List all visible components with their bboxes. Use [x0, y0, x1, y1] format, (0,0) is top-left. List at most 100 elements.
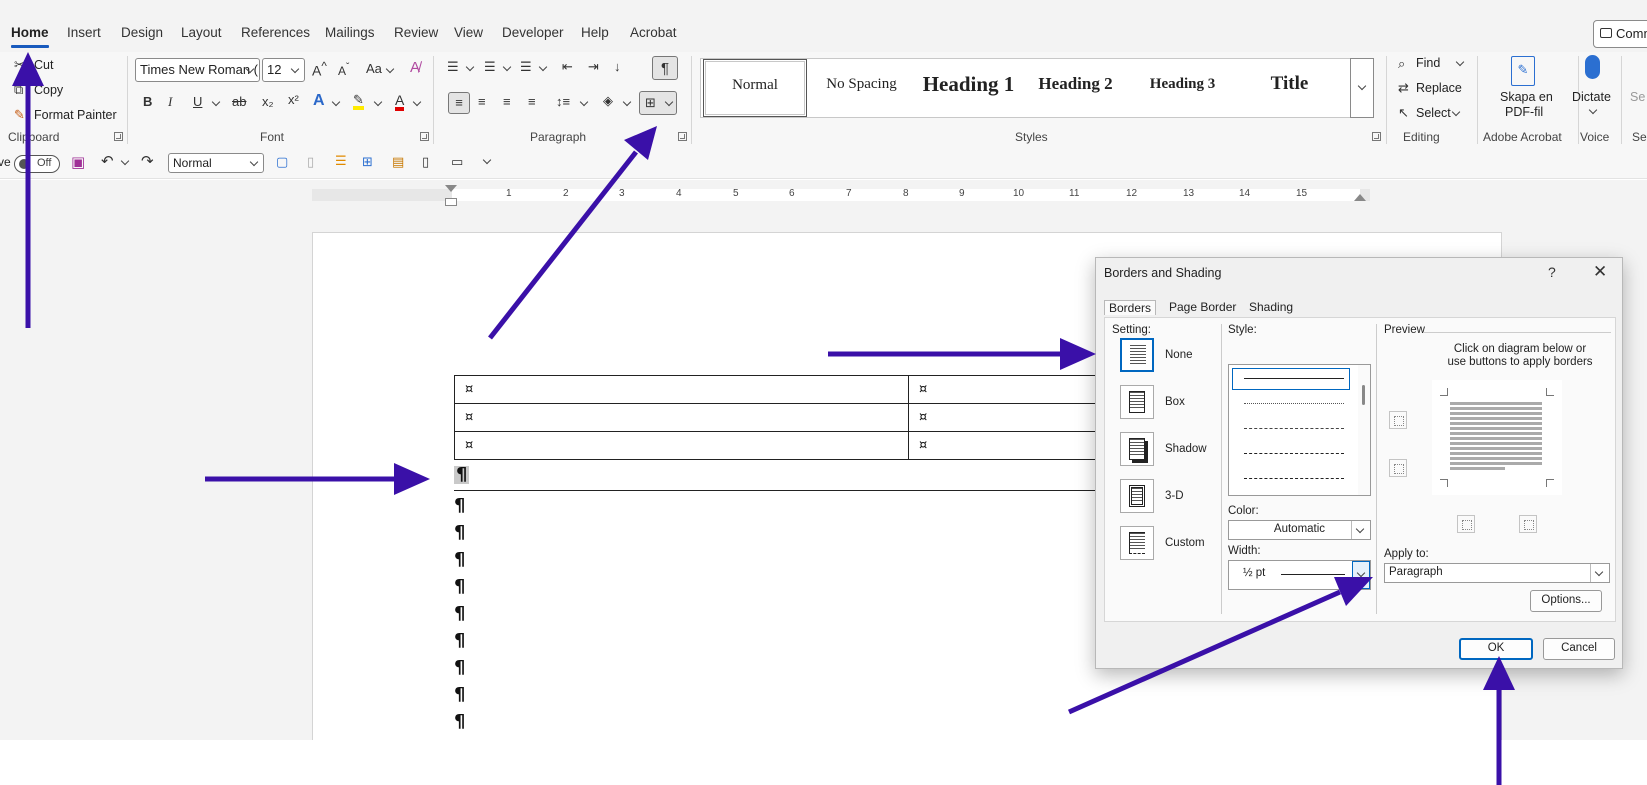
align-left-icon[interactable]: ≡ [448, 92, 470, 114]
scrollbar-thumb[interactable] [1362, 385, 1365, 405]
create-pdf-line2[interactable]: PDF-fil [1505, 105, 1543, 119]
tab-insert[interactable]: Insert [67, 25, 101, 40]
setting-3d-icon[interactable] [1120, 479, 1154, 513]
grow-font-icon[interactable]: A^ [312, 61, 327, 78]
replace-button[interactable]: Replace [1416, 81, 1462, 95]
tab-home[interactable]: Home [11, 25, 49, 48]
setting-3d-label[interactable]: 3-D [1165, 490, 1184, 502]
line-style-dotted[interactable] [1244, 403, 1344, 404]
align-right-icon[interactable]: ≡ [503, 95, 511, 108]
setting-none-icon[interactable] [1120, 338, 1154, 372]
setting-custom-icon[interactable] [1120, 526, 1154, 560]
document-table[interactable]: ¤ ¤ ¤ ¤ ¤ ¤ [454, 375, 1154, 460]
tab-mailings[interactable]: Mailings [325, 25, 375, 40]
setting-box-label[interactable]: Box [1165, 396, 1185, 408]
autosave-toggle[interactable]: Off [14, 155, 60, 173]
paragraph-mark[interactable]: ¶ [454, 686, 465, 704]
decrease-indent-icon[interactable]: ⇤ [562, 60, 573, 73]
bullets-icon[interactable]: ☰ [447, 60, 459, 73]
style-heading-2[interactable]: Heading 2 [1023, 59, 1128, 117]
paragraph-mark[interactable]: ¶ [454, 578, 465, 596]
setting-none-label[interactable]: None [1165, 349, 1193, 361]
sort-icon[interactable]: ↓ [614, 60, 621, 73]
copy-button[interactable]: Copy [34, 83, 63, 97]
setting-shadow-label[interactable]: Shadow [1165, 443, 1207, 455]
clipboard-launcher[interactable] [114, 132, 123, 141]
help-button[interactable]: ? [1548, 264, 1556, 280]
table-icon[interactable]: ⊞ [362, 155, 373, 168]
first-line-indent-marker[interactable] [445, 185, 457, 192]
underline-icon[interactable]: U [193, 95, 202, 108]
justify-icon[interactable]: ≡ [528, 95, 536, 108]
pdf-icon[interactable]: ✎ [1511, 56, 1535, 86]
apply-to-combo[interactable]: Paragraph [1384, 563, 1610, 583]
format-painter-button[interactable]: Format Painter [34, 108, 117, 122]
options-button[interactable]: Options... [1530, 590, 1602, 612]
paragraph-mark[interactable]: ¶ [454, 713, 465, 731]
select-button[interactable]: Select [1416, 106, 1451, 120]
increase-indent-icon[interactable]: ⇥ [588, 60, 599, 73]
list-icon[interactable]: ☰ [335, 154, 347, 167]
tab-layout[interactable]: Layout [181, 25, 222, 40]
tab-view[interactable]: View [454, 25, 483, 40]
undo-icon[interactable]: ↶ [101, 154, 114, 169]
sensitivity-button-partial[interactable]: Se [1630, 90, 1645, 104]
dictate-button[interactable]: Dictate [1572, 90, 1611, 104]
right-indent-marker[interactable] [1354, 194, 1366, 201]
line-style-dashed[interactable] [1244, 453, 1344, 454]
tab-developer[interactable]: Developer [502, 25, 564, 40]
table-cell[interactable]: ¤ [454, 431, 909, 460]
styles-more-button[interactable] [1350, 58, 1374, 118]
font-name-combo[interactable]: Times New Roman ( [135, 58, 260, 82]
cut-button[interactable]: Cut [34, 58, 53, 72]
tab-borders[interactable]: Borders [1104, 300, 1157, 315]
color-combo[interactable]: Automatic [1228, 520, 1371, 540]
shading-icon[interactable]: ◈ [603, 94, 613, 107]
paragraph-mark[interactable]: ¶ [454, 632, 465, 650]
customize-toolbar-icon[interactable] [482, 155, 492, 165]
numbering-icon[interactable]: ☰ [484, 60, 496, 73]
width-dropdown-button[interactable] [1352, 561, 1370, 589]
tab-shading[interactable]: Shading [1249, 300, 1293, 314]
text-box-icon[interactable]: ▢ [276, 155, 288, 168]
new-document-icon[interactable]: ▯ [422, 155, 429, 168]
document-icon[interactable]: ▯ [307, 155, 314, 168]
style-heading-3[interactable]: Heading 3 [1130, 59, 1235, 117]
preview-diagram[interactable] [1432, 380, 1562, 495]
tab-page-border[interactable]: Page Border [1169, 300, 1236, 314]
paragraph-launcher[interactable] [678, 132, 687, 141]
italic-icon[interactable]: I [168, 95, 172, 108]
paragraph-mark-selected[interactable]: ¶ [454, 466, 470, 484]
style-normal[interactable]: Normal [703, 59, 807, 117]
line-style-solid[interactable] [1244, 378, 1344, 379]
microphone-icon[interactable] [1585, 55, 1600, 79]
bottom-border-button[interactable] [1389, 459, 1407, 477]
left-border-button[interactable] [1457, 515, 1475, 533]
paragraph-mark[interactable]: ¶ [454, 524, 465, 542]
paragraph-mark[interactable]: ¶ [454, 605, 465, 623]
font-size-combo[interactable]: 12 [262, 58, 305, 82]
font-launcher[interactable] [420, 132, 429, 141]
shrink-font-icon[interactable]: Aˇ [338, 63, 349, 78]
multilevel-list-icon[interactable]: ☰ [520, 60, 532, 73]
clear-formatting-icon[interactable]: A̸ [410, 60, 420, 75]
style-title[interactable]: Title [1237, 59, 1342, 117]
setting-shadow-icon[interactable] [1120, 432, 1154, 466]
table-cell[interactable]: ¤ [454, 403, 909, 432]
superscript-icon[interactable]: x² [288, 93, 299, 106]
bold-icon[interactable]: B [143, 95, 152, 108]
folder-icon[interactable]: ▭ [451, 155, 463, 168]
line-spacing-icon[interactable]: ↕≡ [556, 95, 570, 108]
note-icon[interactable]: ▤ [392, 155, 404, 168]
line-style-dash-dot[interactable] [1244, 478, 1344, 479]
align-center-icon[interactable]: ≡ [478, 95, 486, 108]
find-button[interactable]: Find [1416, 56, 1440, 70]
horizontal-ruler[interactable]: 1 2 3 4 5 6 7 8 9 10 11 12 13 14 15 [312, 185, 1370, 206]
create-pdf-line1[interactable]: Skapa en [1500, 90, 1553, 104]
tab-references[interactable]: References [241, 25, 310, 40]
width-combo[interactable]: ½ pt [1228, 560, 1371, 590]
strikethrough-icon[interactable]: ab [232, 95, 246, 108]
style-heading-1[interactable]: Heading 1 [916, 59, 1021, 117]
save-icon[interactable]: ▣ [71, 155, 85, 170]
table-cell[interactable]: ¤ [454, 375, 909, 404]
